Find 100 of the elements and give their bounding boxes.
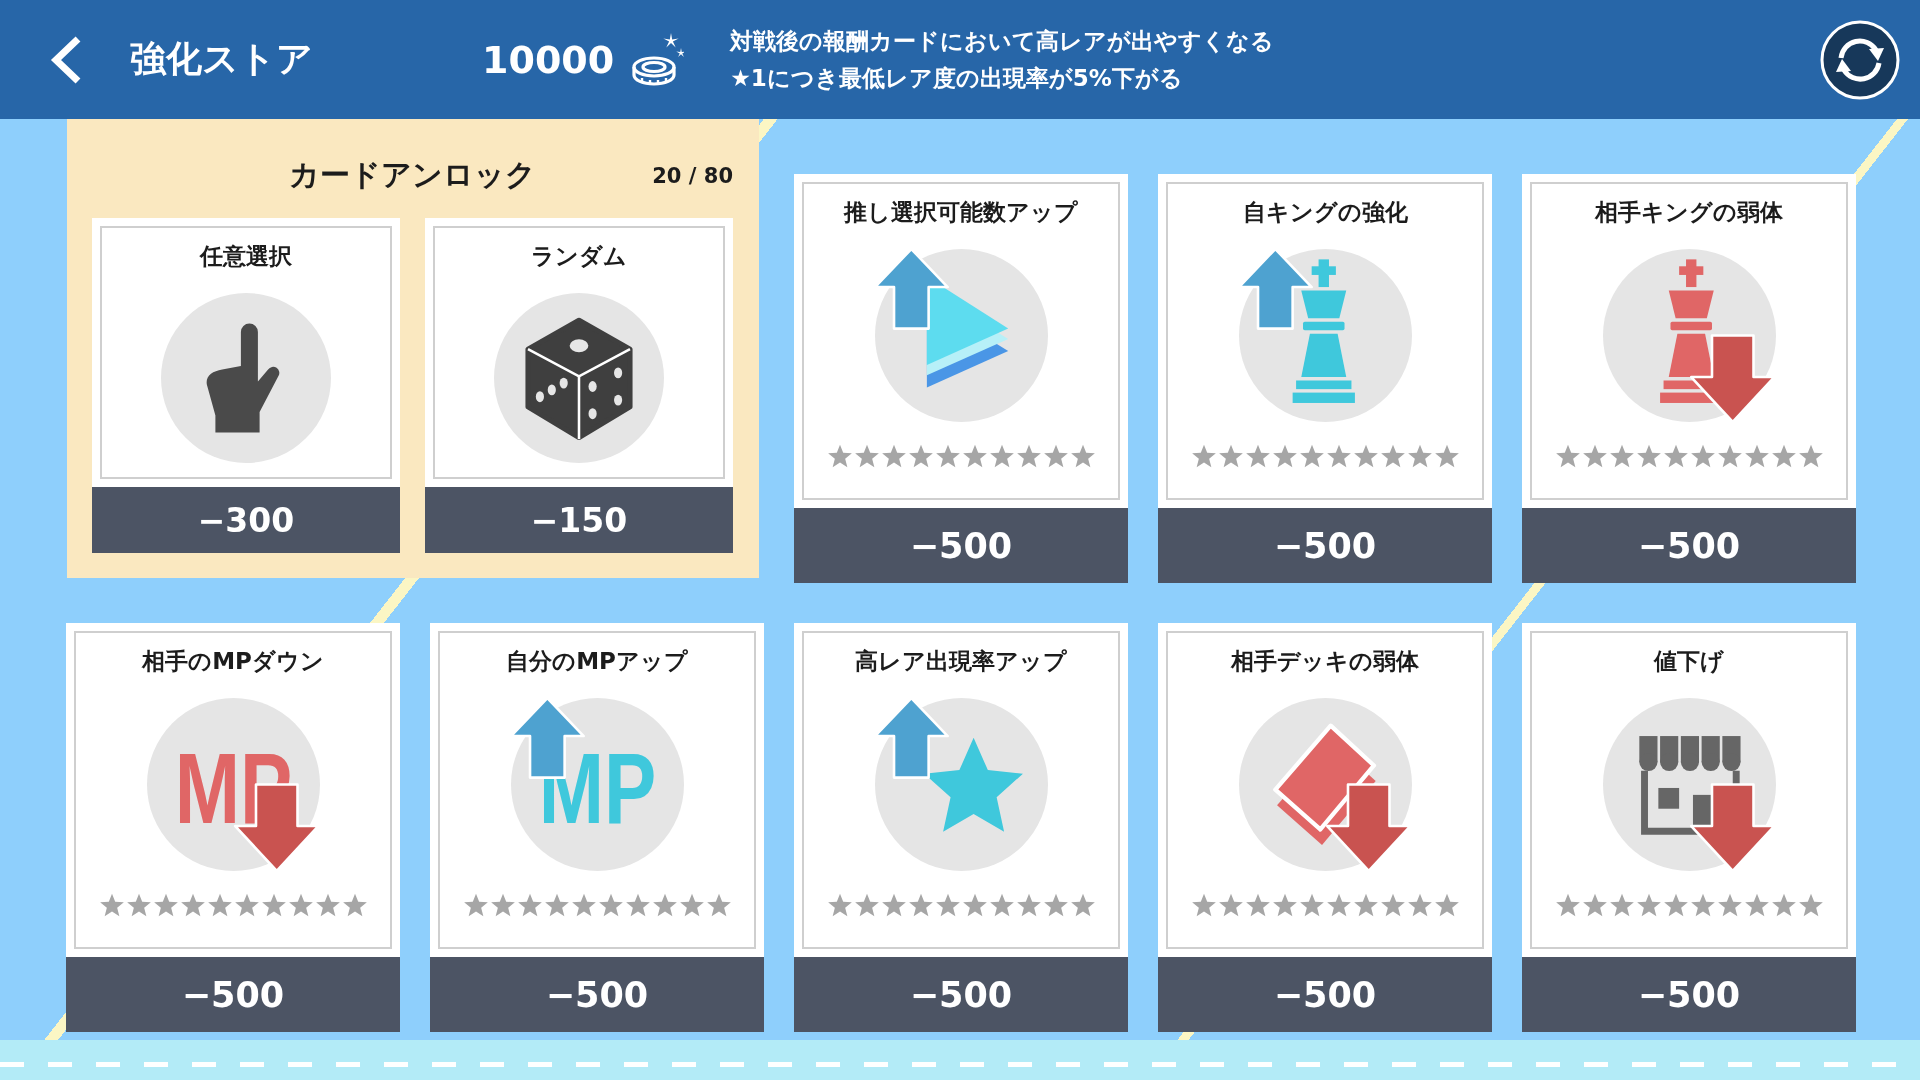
star-icon <box>988 893 1015 918</box>
star-icon <box>1662 893 1689 918</box>
price-button[interactable]: −150 <box>425 487 733 553</box>
star-icon <box>1406 893 1433 918</box>
star-icon <box>651 893 678 918</box>
star-icon <box>516 893 543 918</box>
star-icon <box>1554 893 1581 918</box>
star-icon <box>880 444 907 469</box>
dice-icon <box>494 293 664 463</box>
star-icon <box>1015 893 1042 918</box>
star-icon <box>1217 893 1244 918</box>
card-title: 任意選択 <box>200 242 292 271</box>
star-icon <box>1608 444 1635 469</box>
star-icon <box>1770 444 1797 469</box>
pointing-hand-icon <box>161 293 331 463</box>
price-button[interactable]: −500 <box>1158 957 1492 1032</box>
star-icon <box>1770 893 1797 918</box>
card-title: 相手デッキの弱体 <box>1231 647 1419 676</box>
card-title: 値下げ <box>1654 647 1724 676</box>
star-icon <box>125 893 152 918</box>
price-button[interactable]: −500 <box>66 957 400 1032</box>
star-icon <box>1716 444 1743 469</box>
price-button[interactable]: −500 <box>794 508 1128 583</box>
star-icon <box>1716 893 1743 918</box>
star-icon <box>1797 444 1824 469</box>
star-icon <box>1069 444 1096 469</box>
page-title: 強化ストア <box>130 37 314 81</box>
star-icon <box>1217 444 1244 469</box>
star-icon <box>1325 444 1352 469</box>
star-icon <box>206 893 233 918</box>
star-icon <box>1069 893 1096 918</box>
star-icon <box>489 893 516 918</box>
star-icon <box>1608 893 1635 918</box>
star-icon <box>570 893 597 918</box>
star-icon <box>1406 444 1433 469</box>
card-title: 相手キングの弱体 <box>1595 198 1783 227</box>
refresh-icon <box>1820 19 1900 100</box>
back-button[interactable] <box>49 34 83 85</box>
star-icon <box>1042 444 1069 469</box>
price-button[interactable]: −500 <box>1158 508 1492 583</box>
star-icon <box>1244 893 1271 918</box>
card-title: ランダム <box>531 242 627 271</box>
star-icon <box>1190 893 1217 918</box>
star-icon <box>287 893 314 918</box>
star-icon <box>1689 444 1716 469</box>
star-icon <box>233 893 260 918</box>
star-icon <box>1635 444 1662 469</box>
star-icon <box>260 893 287 918</box>
back-icon <box>49 34 83 85</box>
star-icon <box>1244 444 1271 469</box>
star-icon <box>1581 893 1608 918</box>
refresh-button[interactable] <box>1820 19 1900 100</box>
card-title: 推し選択可能数アップ <box>844 198 1078 227</box>
star-icon <box>543 893 570 918</box>
star-icon <box>597 893 624 918</box>
card-title: 高レア出現率アップ <box>855 647 1067 676</box>
description-line: 対戦後の報酬カードにおいて高レアが出やすくなる <box>730 26 1275 56</box>
star-icon <box>1554 444 1581 469</box>
card-title: 相手のMPダウン <box>142 647 324 676</box>
star-icon <box>961 444 988 469</box>
star-icon <box>1743 444 1770 469</box>
star-icon <box>1743 893 1770 918</box>
price-button[interactable]: −500 <box>794 957 1128 1032</box>
star-icon <box>934 893 961 918</box>
star-icon <box>1352 893 1379 918</box>
card-title: 自キングの強化 <box>1242 198 1408 227</box>
star-icon <box>1689 893 1716 918</box>
card-title: 自分のMPアップ <box>506 647 688 676</box>
price-button[interactable]: −300 <box>92 487 400 553</box>
star-icon <box>853 444 880 469</box>
star-icon <box>152 893 179 918</box>
price-button[interactable]: −500 <box>1522 508 1856 583</box>
star-icon <box>1271 893 1298 918</box>
unlock-count: 20 / 80 <box>652 163 733 188</box>
price-button[interactable]: −500 <box>1522 957 1856 1032</box>
star-icon <box>1271 444 1298 469</box>
panel-title: カードアンロック <box>289 156 536 194</box>
price-button[interactable]: −500 <box>430 957 764 1032</box>
star-icon <box>1325 893 1352 918</box>
star-icon <box>1581 444 1608 469</box>
up-arrow-king-icon <box>1238 249 1412 422</box>
star-icon <box>1379 893 1406 918</box>
description-line: ★1につき最低レア度の出現率が5%下がる <box>730 63 1184 93</box>
star-icon <box>1662 444 1689 469</box>
star-icon <box>1797 893 1824 918</box>
star-icon <box>1635 893 1662 918</box>
star-icon <box>934 444 961 469</box>
star-icon <box>907 893 934 918</box>
star-icon <box>179 893 206 918</box>
star-icon <box>826 893 853 918</box>
star-icon <box>1015 444 1042 469</box>
coin-amount: 10000 <box>482 37 615 82</box>
star-icon <box>1298 444 1325 469</box>
star-icon <box>624 893 651 918</box>
star-icon <box>341 893 368 918</box>
star-icon <box>961 893 988 918</box>
star-icon <box>1298 893 1325 918</box>
star-icon <box>1042 893 1069 918</box>
star-icon <box>988 444 1015 469</box>
star-icon <box>880 893 907 918</box>
